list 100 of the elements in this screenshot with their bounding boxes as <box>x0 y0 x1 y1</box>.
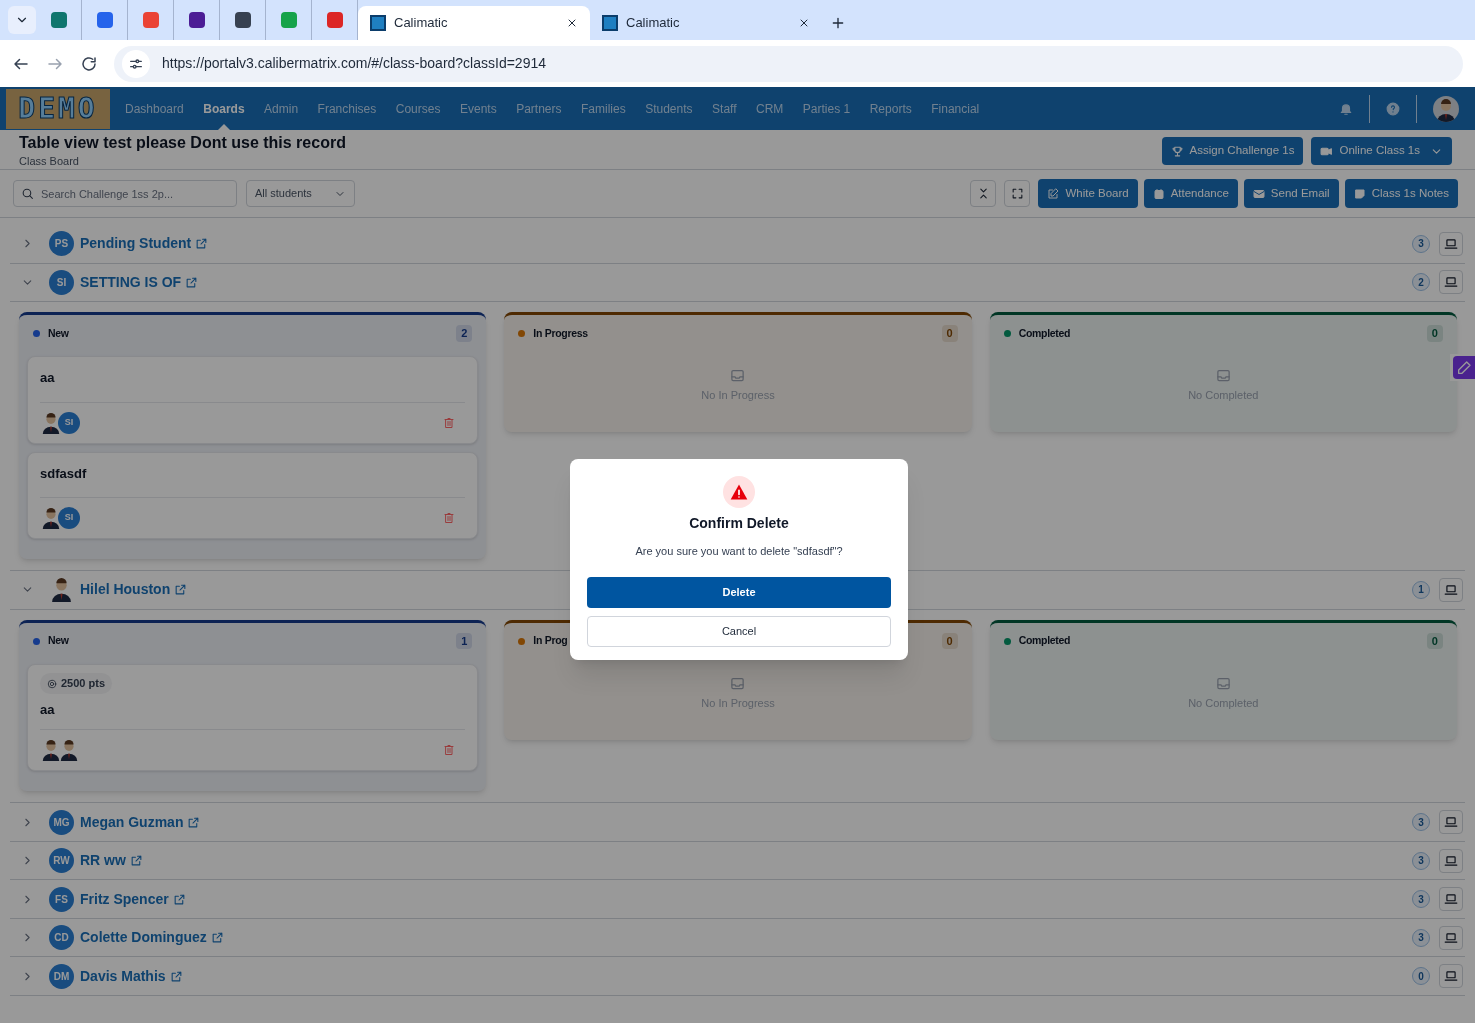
nav-link[interactable]: Events <box>459 87 497 130</box>
external-link-icon <box>185 275 199 289</box>
student-name-link[interactable]: Hilel Houston <box>80 579 188 601</box>
initials-avatar: SI <box>49 269 74 295</box>
delete-button[interactable]: Delete <box>587 576 891 608</box>
browser-tab[interactable]: Calimatic <box>358 6 590 40</box>
tab-title: Calimatic <box>394 14 449 33</box>
nav-link[interactable]: Students <box>645 87 693 130</box>
collapse-all-button[interactable] <box>970 180 997 207</box>
nav-link[interactable]: CRM <box>756 87 784 130</box>
nav-link[interactable]: Boards <box>203 87 245 130</box>
count-badge: 2 <box>1412 273 1430 292</box>
nav-link[interactable]: Families <box>581 87 626 130</box>
page-subtitle: Class Board <box>19 154 80 169</box>
nav-link[interactable]: Courses <box>395 87 441 130</box>
edit-icon <box>1047 187 1060 200</box>
column-title: New <box>48 325 70 341</box>
reload-icon[interactable] <box>80 54 98 73</box>
laptop-button[interactable] <box>1439 964 1463 988</box>
laptop-icon <box>1444 236 1458 251</box>
laptop-button[interactable] <box>1439 810 1463 834</box>
laptop-button[interactable] <box>1439 231 1463 256</box>
student-filter-dropdown[interactable]: All students <box>246 180 355 207</box>
laptop-button[interactable] <box>1439 848 1463 873</box>
trash-icon[interactable] <box>443 512 456 524</box>
external-link-icon <box>174 583 188 597</box>
laptop-icon <box>1444 892 1458 906</box>
student-name-link[interactable]: Megan Guzman <box>80 811 201 833</box>
site-icon[interactable] <box>188 12 205 28</box>
laptop-button[interactable] <box>1439 887 1463 911</box>
nav-link[interactable]: Parties 1 <box>802 87 851 130</box>
toolbar-button[interactable]: White Board <box>1038 179 1138 208</box>
nav-link[interactable]: Admin <box>264 87 299 130</box>
site-icon[interactable] <box>96 12 113 28</box>
close-icon[interactable] <box>798 17 810 29</box>
action-button[interactable]: Assign Challenge 1s <box>1161 137 1304 165</box>
laptop-button[interactable] <box>1439 577 1463 602</box>
student-name-link[interactable]: Pending Student <box>80 233 209 255</box>
external-link-icon <box>195 237 209 251</box>
cancel-button[interactable]: Cancel <box>587 615 891 647</box>
nav-link[interactable]: Dashboard <box>125 87 184 130</box>
count-badge: 3 <box>1412 928 1430 947</box>
calendar-icon <box>1152 187 1165 200</box>
initials-avatar: SI <box>58 411 80 434</box>
nav-link[interactable]: Financial <box>931 87 980 130</box>
inbox-icon <box>730 675 746 691</box>
inbox-icon <box>1215 368 1231 384</box>
bell-icon[interactable] <box>1339 101 1353 116</box>
browser-tab[interactable]: Calimatic <box>590 6 822 40</box>
trophy-icon <box>1170 144 1184 158</box>
action-button[interactable]: Online Class 1s <box>1311 137 1452 165</box>
initials-avatar: PS <box>49 231 74 257</box>
student-name-link[interactable]: Colette Dominguez <box>80 927 224 948</box>
person-avatar-icon <box>58 739 80 762</box>
nav-link[interactable]: Staff <box>712 87 737 130</box>
toolbar-button[interactable]: Send Email <box>1243 179 1339 208</box>
laptop-icon <box>1444 582 1458 597</box>
search-icon <box>21 187 34 200</box>
person-avatar-icon <box>49 577 74 603</box>
initials-avatar: CD <box>49 925 74 950</box>
column-title: New <box>48 633 70 649</box>
student-name-link[interactable]: RR ww <box>80 850 143 871</box>
student-name-link[interactable]: SETTING IS OF <box>80 271 199 293</box>
student-name-link[interactable]: Fritz Spencer <box>80 888 186 910</box>
nav-link[interactable]: Reports <box>869 87 912 130</box>
note-icon <box>1353 187 1366 200</box>
site-icon[interactable] <box>326 12 343 28</box>
card-title: aa <box>40 369 56 387</box>
toolbar-button[interactable]: Attendance <box>1143 179 1238 208</box>
column-title: Completed <box>1018 633 1072 649</box>
laptop-icon <box>1444 275 1458 290</box>
close-icon[interactable] <box>566 17 578 29</box>
coin-icon <box>47 678 57 689</box>
card-title: sdfasdf <box>40 464 88 483</box>
new-tab-icon[interactable] <box>830 15 846 31</box>
external-link-icon <box>187 815 201 829</box>
fullscreen-button[interactable] <box>1004 180 1031 207</box>
count-badge: 0 <box>1412 967 1430 985</box>
nav-link[interactable]: Franchises <box>317 87 377 130</box>
laptop-button[interactable] <box>1439 270 1463 295</box>
nav-link[interactable]: Partners <box>516 87 562 130</box>
laptop-icon <box>1444 853 1458 868</box>
address-bar[interactable]: https://portalv3.calibermatrix.com/#/class-board?classId=2914 <box>114 45 1463 82</box>
site-info-button[interactable] <box>122 49 150 78</box>
laptop-icon <box>1444 930 1458 945</box>
trash-icon[interactable] <box>443 744 456 757</box>
search-field[interactable]: Search Challenge 1ss 2p... <box>13 180 237 207</box>
site-icon[interactable] <box>50 12 67 28</box>
help-icon[interactable] <box>1386 101 1400 116</box>
laptop-button[interactable] <box>1439 925 1463 950</box>
toolbar-button[interactable]: Class 1s Notes <box>1344 179 1458 208</box>
student-name-link[interactable]: Davis Mathis <box>80 965 183 987</box>
initials-avatar: RW <box>49 848 74 873</box>
user-avatar[interactable] <box>1433 95 1459 122</box>
dialog-title: Confirm Delete <box>689 514 789 533</box>
annotation-tool-button[interactable] <box>1450 354 1475 381</box>
warning-triangle-icon <box>729 482 749 502</box>
trash-icon[interactable] <box>443 416 456 429</box>
column-title: In Prog <box>533 633 569 649</box>
site-icon[interactable] <box>234 12 251 28</box>
